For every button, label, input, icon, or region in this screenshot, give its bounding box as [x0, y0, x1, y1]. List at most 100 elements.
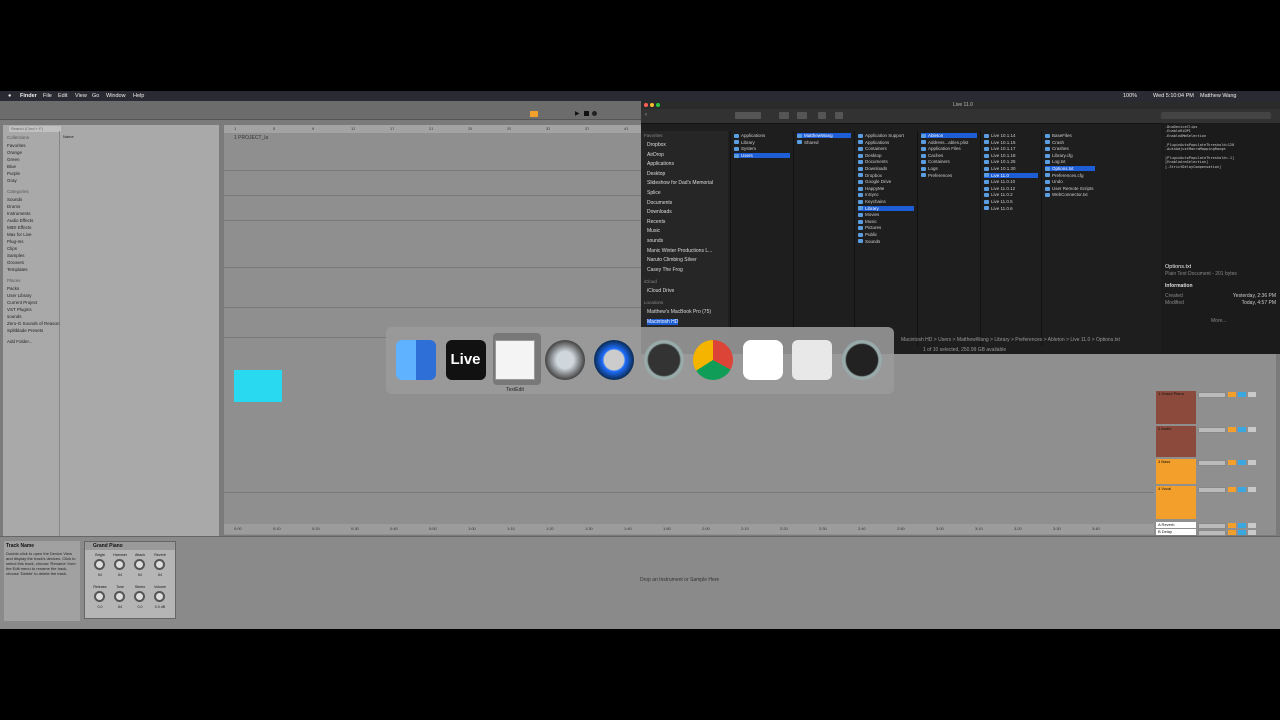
- view-mode-icon[interactable]: [735, 112, 761, 119]
- apple-menu-icon[interactable]: ●: [8, 93, 11, 99]
- menu-go[interactable]: Go: [92, 93, 99, 99]
- place-item[interactable]: Current Project: [7, 300, 37, 305]
- finder-item[interactable]: Library.cfg: [1045, 153, 1095, 158]
- track-header[interactable]: 4 Vocal: [1156, 486, 1196, 519]
- sidebar-item[interactable]: Slideshow for Dad's Memorial: [647, 180, 713, 186]
- splice-app-icon[interactable]: [742, 340, 783, 380]
- path-bar[interactable]: Macintosh HD > Users > MatthewWang > Lib…: [901, 337, 1161, 343]
- finder-item[interactable]: WebConnector.txt: [1045, 192, 1095, 197]
- category-item[interactable]: Drums: [7, 204, 20, 209]
- finder-item[interactable]: User Remote Scripts: [1045, 186, 1095, 191]
- finder-item[interactable]: Address...ables.plist: [921, 140, 977, 145]
- finder-item[interactable]: Crashes: [1045, 146, 1095, 151]
- category-item[interactable]: Templates: [7, 267, 28, 272]
- macro-knob[interactable]: [154, 591, 165, 602]
- finder-item[interactable]: Google Drive: [858, 179, 914, 184]
- live-app-icon[interactable]: Live: [445, 340, 486, 380]
- track-input-selector[interactable]: [1198, 487, 1226, 493]
- textedit-app-icon[interactable]: [495, 340, 535, 380]
- track-arm-button[interactable]: [1248, 530, 1256, 535]
- tag-icon[interactable]: [835, 112, 843, 119]
- logic-pro-app-icon[interactable]: [544, 340, 585, 380]
- macro-knob[interactable]: [94, 591, 105, 602]
- track-solo-button[interactable]: [1238, 487, 1246, 492]
- collection-item[interactable]: Purple: [7, 171, 20, 176]
- sidebar-item[interactable]: Manic Winter Productions L...: [647, 248, 712, 254]
- menu-window[interactable]: Window: [106, 93, 126, 99]
- track-activator-button[interactable]: [1228, 427, 1236, 432]
- finder-item[interactable]: Undo: [1045, 179, 1095, 184]
- track-arm-button[interactable]: [1248, 460, 1256, 465]
- browser-search-input[interactable]: Search (Cmd + F): [9, 126, 61, 132]
- place-item[interactable]: Splitblade Presets: [7, 328, 43, 333]
- sidebar-item[interactable]: Dropbox: [647, 142, 666, 148]
- track-arm-button[interactable]: [1248, 392, 1256, 397]
- back-icon[interactable]: ‹: [645, 112, 647, 118]
- collection-item[interactable]: Orange: [7, 150, 22, 155]
- finder-item[interactable]: Crash: [1045, 140, 1095, 145]
- sidebar-item[interactable]: sounds: [647, 238, 663, 244]
- sidebar-item[interactable]: Documents: [647, 200, 672, 206]
- finder-item[interactable]: Movies: [858, 212, 914, 217]
- finder-item[interactable]: Applications: [734, 133, 790, 138]
- finder-item[interactable]: System: [734, 146, 790, 151]
- category-item[interactable]: Audio Effects: [7, 218, 33, 223]
- category-item[interactable]: Instruments: [7, 211, 31, 216]
- close-icon[interactable]: [644, 103, 648, 107]
- track-header[interactable]: B Delay: [1156, 529, 1196, 535]
- finder-item[interactable]: Shared: [797, 140, 851, 145]
- ua-meter-app-icon[interactable]: [841, 340, 882, 380]
- finder-item[interactable]: Options.txt: [1045, 166, 1095, 171]
- battery-status[interactable]: 100%: [1123, 93, 1137, 99]
- finder-item[interactable]: Live 10.1.15: [984, 140, 1038, 145]
- category-item[interactable]: Sounds: [7, 197, 22, 202]
- track-header[interactable]: 3 Bass: [1156, 459, 1196, 484]
- finder-item[interactable]: Containers: [921, 159, 977, 164]
- track-activator-button[interactable]: [1228, 392, 1236, 397]
- place-item[interactable]: VST Plugins: [7, 307, 32, 312]
- finder-item[interactable]: Users: [734, 152, 790, 158]
- collection-item[interactable]: Blue: [7, 164, 16, 169]
- finder-item[interactable]: Pictures: [858, 225, 914, 230]
- menu-view[interactable]: View: [75, 93, 87, 99]
- finder-item[interactable]: Keychains: [858, 199, 914, 204]
- arrangement-record-button[interactable]: [530, 111, 538, 117]
- finder-item[interactable]: Applications: [858, 140, 914, 145]
- record-icon[interactable]: [592, 111, 597, 116]
- midi-clip[interactable]: [234, 370, 282, 402]
- clock[interactable]: Wed 5:10:04 PM: [1153, 93, 1194, 99]
- place-item[interactable]: Zero-G Sounds of Reason: [7, 321, 60, 326]
- finder-item[interactable]: Live 11.0: [984, 172, 1038, 178]
- finder-item[interactable]: InSync: [858, 192, 914, 197]
- finder-item[interactable]: Documents: [858, 159, 914, 164]
- place-item[interactable]: sounds: [7, 314, 22, 319]
- collection-item[interactable]: Gray: [7, 178, 17, 183]
- category-item[interactable]: Max for Live: [7, 232, 32, 237]
- finder-item[interactable]: Live 10.1.30: [984, 166, 1038, 171]
- finder-search-input[interactable]: [1161, 112, 1271, 119]
- menu-file[interactable]: File: [43, 93, 52, 99]
- track-activator-button[interactable]: [1228, 460, 1236, 465]
- track-solo-button[interactable]: [1238, 530, 1246, 535]
- more-button[interactable]: More...: [1211, 318, 1227, 324]
- track-activator-button[interactable]: [1228, 530, 1236, 535]
- add-folder-button[interactable]: Add Folder...: [7, 339, 33, 344]
- track-header[interactable]: 2 Audio: [1156, 426, 1196, 457]
- grand-piano-device[interactable]: Grand Piano Bright 64 Hammer 64 Attack 64 Reve…: [84, 541, 176, 619]
- sidebar-item[interactable]: Matthew's MacBook Pro (75): [647, 309, 711, 315]
- finder-app-icon[interactable]: [396, 340, 436, 380]
- finder-item[interactable]: Live 11.0.6: [984, 206, 1038, 211]
- play-icon[interactable]: ▶: [575, 111, 581, 117]
- finder-item[interactable]: HappyMe: [858, 186, 914, 191]
- macro-knob[interactable]: [134, 591, 145, 602]
- finder-item[interactable]: Desktop: [858, 153, 914, 158]
- sidebar-item[interactable]: Recents: [647, 219, 665, 225]
- sidebar-item[interactable]: Music: [647, 228, 660, 234]
- collection-item[interactable]: Green: [7, 157, 20, 162]
- track-arm-button[interactable]: [1248, 427, 1256, 432]
- place-item[interactable]: Packs: [7, 286, 19, 291]
- finder-item[interactable]: Live 10.1.14: [984, 133, 1038, 138]
- macro-knob[interactable]: [114, 591, 125, 602]
- category-item[interactable]: Plug-Ins: [7, 239, 24, 244]
- track-header[interactable]: 1 Grand Piano: [1156, 391, 1196, 424]
